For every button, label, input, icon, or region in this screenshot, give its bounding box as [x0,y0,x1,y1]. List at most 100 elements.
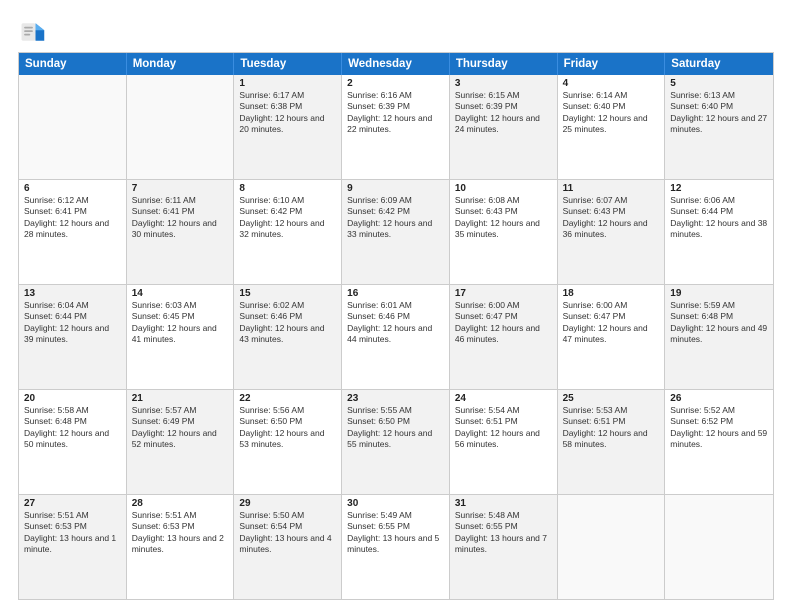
sunset-text: Sunset: 6:41 PM [24,206,121,217]
daylight-text: Daylight: 13 hours and 4 minutes. [239,533,336,556]
sunset-text: Sunset: 6:50 PM [239,416,336,427]
sunset-text: Sunset: 6:52 PM [670,416,768,427]
day-number: 30 [347,498,444,509]
sunset-text: Sunset: 6:54 PM [239,521,336,532]
header-day-wednesday: Wednesday [342,53,450,75]
cal-cell-w4-d2: 21Sunrise: 5:57 AMSunset: 6:49 PMDayligh… [127,390,235,494]
cal-cell-w5-d1: 27Sunrise: 5:51 AMSunset: 6:53 PMDayligh… [19,495,127,599]
sunset-text: Sunset: 6:46 PM [239,311,336,322]
cal-cell-w5-d2: 28Sunrise: 5:51 AMSunset: 6:53 PMDayligh… [127,495,235,599]
daylight-text: Daylight: 12 hours and 56 minutes. [455,428,552,451]
week-row-2: 6Sunrise: 6:12 AMSunset: 6:41 PMDaylight… [19,180,773,285]
header-day-monday: Monday [127,53,235,75]
cal-cell-w2-d7: 12Sunrise: 6:06 AMSunset: 6:44 PMDayligh… [665,180,773,284]
day-number: 14 [132,288,229,299]
sunrise-text: Sunrise: 5:58 AM [24,405,121,416]
sunrise-text: Sunrise: 6:06 AM [670,195,768,206]
cal-cell-w2-d3: 8Sunrise: 6:10 AMSunset: 6:42 PMDaylight… [234,180,342,284]
day-number: 29 [239,498,336,509]
header-day-friday: Friday [558,53,666,75]
cal-cell-w3-d4: 16Sunrise: 6:01 AMSunset: 6:46 PMDayligh… [342,285,450,389]
day-number: 7 [132,183,229,194]
cal-cell-w1-d3: 1Sunrise: 6:17 AMSunset: 6:38 PMDaylight… [234,75,342,179]
sunset-text: Sunset: 6:55 PM [347,521,444,532]
sunrise-text: Sunrise: 6:14 AM [563,90,660,101]
sunrise-text: Sunrise: 6:10 AM [239,195,336,206]
cal-cell-w2-d6: 11Sunrise: 6:07 AMSunset: 6:43 PMDayligh… [558,180,666,284]
cal-cell-w2-d5: 10Sunrise: 6:08 AMSunset: 6:43 PMDayligh… [450,180,558,284]
sunrise-text: Sunrise: 5:53 AM [563,405,660,416]
sunrise-text: Sunrise: 5:49 AM [347,510,444,521]
cal-cell-w3-d5: 17Sunrise: 6:00 AMSunset: 6:47 PMDayligh… [450,285,558,389]
sunset-text: Sunset: 6:44 PM [24,311,121,322]
daylight-text: Daylight: 12 hours and 55 minutes. [347,428,444,451]
sunset-text: Sunset: 6:45 PM [132,311,229,322]
sunset-text: Sunset: 6:42 PM [347,206,444,217]
sunrise-text: Sunrise: 6:02 AM [239,300,336,311]
day-number: 19 [670,288,768,299]
week-row-4: 20Sunrise: 5:58 AMSunset: 6:48 PMDayligh… [19,390,773,495]
cal-cell-w5-d7 [665,495,773,599]
sunset-text: Sunset: 6:47 PM [455,311,552,322]
calendar: SundayMondayTuesdayWednesdayThursdayFrid… [18,52,774,600]
sunrise-text: Sunrise: 6:00 AM [563,300,660,311]
day-number: 22 [239,393,336,404]
daylight-text: Daylight: 12 hours and 53 minutes. [239,428,336,451]
sunrise-text: Sunrise: 6:13 AM [670,90,768,101]
cal-cell-w3-d6: 18Sunrise: 6:00 AMSunset: 6:47 PMDayligh… [558,285,666,389]
day-number: 1 [239,78,336,89]
cal-cell-w1-d2 [127,75,235,179]
cal-cell-w3-d3: 15Sunrise: 6:02 AMSunset: 6:46 PMDayligh… [234,285,342,389]
day-number: 18 [563,288,660,299]
sunset-text: Sunset: 6:39 PM [347,101,444,112]
daylight-text: Daylight: 12 hours and 20 minutes. [239,113,336,136]
cal-cell-w4-d5: 24Sunrise: 5:54 AMSunset: 6:51 PMDayligh… [450,390,558,494]
cal-cell-w3-d1: 13Sunrise: 6:04 AMSunset: 6:44 PMDayligh… [19,285,127,389]
cal-cell-w4-d4: 23Sunrise: 5:55 AMSunset: 6:50 PMDayligh… [342,390,450,494]
cal-cell-w1-d7: 5Sunrise: 6:13 AMSunset: 6:40 PMDaylight… [665,75,773,179]
sunset-text: Sunset: 6:42 PM [239,206,336,217]
sunset-text: Sunset: 6:40 PM [563,101,660,112]
sunrise-text: Sunrise: 6:12 AM [24,195,121,206]
day-number: 24 [455,393,552,404]
header-day-saturday: Saturday [665,53,773,75]
day-number: 4 [563,78,660,89]
daylight-text: Daylight: 12 hours and 22 minutes. [347,113,444,136]
cal-cell-w4-d6: 25Sunrise: 5:53 AMSunset: 6:51 PMDayligh… [558,390,666,494]
day-number: 17 [455,288,552,299]
sunset-text: Sunset: 6:43 PM [563,206,660,217]
sunrise-text: Sunrise: 5:52 AM [670,405,768,416]
sunset-text: Sunset: 6:51 PM [563,416,660,427]
sunrise-text: Sunrise: 6:00 AM [455,300,552,311]
daylight-text: Daylight: 12 hours and 36 minutes. [563,218,660,241]
cal-cell-w4-d1: 20Sunrise: 5:58 AMSunset: 6:48 PMDayligh… [19,390,127,494]
day-number: 13 [24,288,121,299]
sunrise-text: Sunrise: 6:16 AM [347,90,444,101]
day-number: 27 [24,498,121,509]
daylight-text: Daylight: 13 hours and 5 minutes. [347,533,444,556]
sunset-text: Sunset: 6:39 PM [455,101,552,112]
day-number: 28 [132,498,229,509]
sunrise-text: Sunrise: 5:51 AM [24,510,121,521]
daylight-text: Daylight: 12 hours and 43 minutes. [239,323,336,346]
day-number: 23 [347,393,444,404]
cal-cell-w1-d5: 3Sunrise: 6:15 AMSunset: 6:39 PMDaylight… [450,75,558,179]
daylight-text: Daylight: 12 hours and 33 minutes. [347,218,444,241]
logo [18,18,50,46]
logo-icon [18,18,46,46]
daylight-text: Daylight: 12 hours and 30 minutes. [132,218,229,241]
day-number: 21 [132,393,229,404]
sunrise-text: Sunrise: 5:57 AM [132,405,229,416]
daylight-text: Daylight: 12 hours and 50 minutes. [24,428,121,451]
daylight-text: Daylight: 12 hours and 35 minutes. [455,218,552,241]
sunrise-text: Sunrise: 6:04 AM [24,300,121,311]
daylight-text: Daylight: 12 hours and 49 minutes. [670,323,768,346]
sunrise-text: Sunrise: 5:51 AM [132,510,229,521]
sunrise-text: Sunrise: 6:09 AM [347,195,444,206]
sunrise-text: Sunrise: 6:17 AM [239,90,336,101]
header-day-sunday: Sunday [19,53,127,75]
daylight-text: Daylight: 12 hours and 58 minutes. [563,428,660,451]
sunset-text: Sunset: 6:49 PM [132,416,229,427]
header-day-thursday: Thursday [450,53,558,75]
sunset-text: Sunset: 6:53 PM [24,521,121,532]
